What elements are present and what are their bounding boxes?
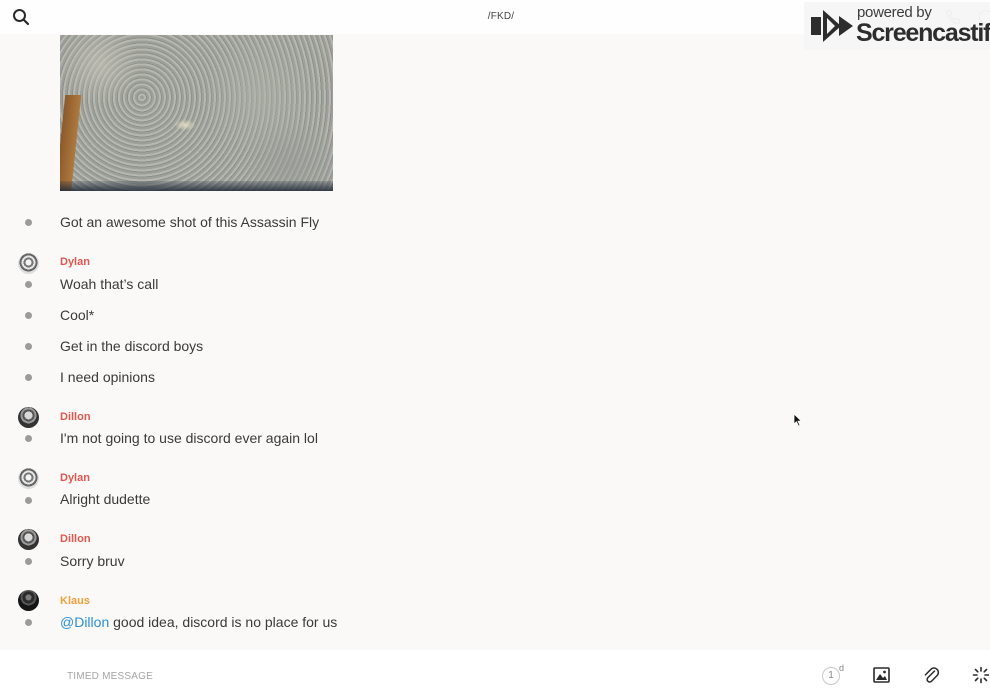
timer-icon: 1	[822, 667, 840, 685]
message-text: I need opinions	[60, 369, 155, 385]
image-icon[interactable]	[873, 667, 890, 683]
message-bullet	[25, 281, 32, 288]
message-text: @Dillon good idea, discord is no place f…	[60, 614, 337, 630]
timer-button[interactable]: 1 d	[822, 663, 846, 687]
message-text: Woah that’s call	[60, 276, 159, 292]
message-bullet	[25, 558, 32, 565]
photo-stick	[60, 95, 82, 191]
message-text: Alright dudette	[60, 491, 151, 507]
message-bullet	[25, 374, 32, 381]
message-input[interactable]	[67, 667, 667, 685]
message-bullet	[25, 343, 32, 350]
message-list: Got an awesome shot of this Assassin Fly…	[0, 0, 990, 650]
photo-attachment[interactable]	[60, 35, 333, 191]
message-bullet	[25, 219, 32, 226]
author-name[interactable]: Dylan	[60, 256, 90, 268]
author-name[interactable]: Dylan	[60, 472, 90, 484]
mouse-cursor-icon	[793, 413, 803, 427]
avatar[interactable]	[18, 253, 39, 274]
message-bullet	[25, 312, 32, 319]
avatar[interactable]	[18, 590, 39, 611]
paperclip-icon[interactable]	[923, 666, 940, 684]
timer-unit: d	[839, 663, 845, 673]
message-text: Sorry bruv	[60, 553, 125, 569]
message-bullet	[25, 435, 32, 442]
avatar[interactable]	[18, 529, 39, 550]
message-text: Got an awesome shot of this Assassin Fly	[60, 214, 320, 230]
message-text: I'm not going to use discord ever again …	[60, 430, 318, 446]
photo-shadow	[60, 181, 333, 191]
author-name[interactable]: Dillon	[60, 533, 91, 545]
avatar[interactable]	[18, 468, 39, 489]
message-body: good idea, discord is no place for us	[109, 614, 338, 630]
author-name[interactable]: Dillon	[60, 411, 91, 423]
message-text: Get in the discord boys	[60, 338, 204, 354]
avatar[interactable]	[18, 407, 39, 428]
message-bullet	[25, 619, 32, 626]
message-text: Cool*	[60, 307, 95, 323]
sparkle-icon[interactable]	[972, 666, 990, 684]
author-name[interactable]: Klaus	[60, 595, 90, 607]
message-bullet	[25, 497, 32, 504]
user-mention[interactable]: @Dillon	[60, 614, 109, 630]
